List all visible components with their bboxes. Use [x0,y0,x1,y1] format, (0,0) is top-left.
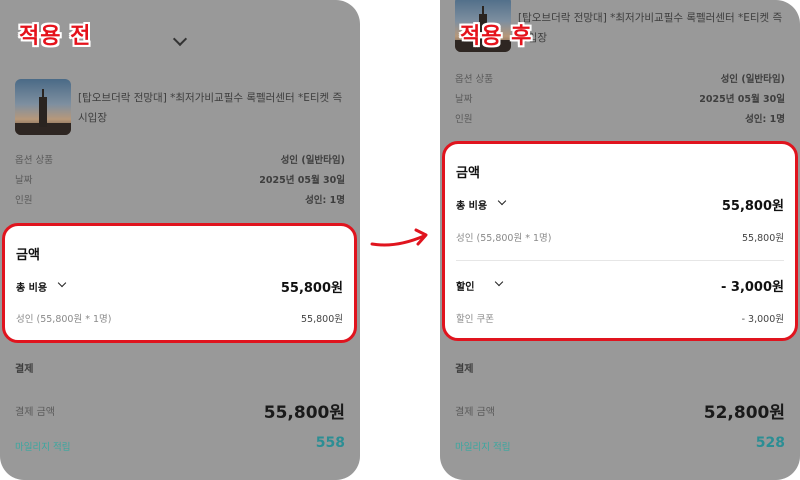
total-cost-value: 55,800원 [280,281,343,296]
total-cost-value: 55,800원 [721,199,784,214]
discount-toggle[interactable]: 할인 [456,278,474,293]
amount-card-highlight: 금액 총 비용 55,800원 성인 (55,800원 * 1명) 55,800… [442,141,798,341]
product-thumbnail [15,79,71,135]
pay-amount-label: 결제 금액 [455,407,495,418]
adult-detail-value: 55,800원 [742,233,784,244]
discount-chevron-icon[interactable] [494,277,504,287]
total-cost-chevron-icon[interactable] [497,196,507,206]
total-cost-toggle[interactable]: 총 비용 [456,197,487,212]
collapse-chevron-icon[interactable] [172,31,188,47]
pay-amount-label: 결제 금액 [15,407,55,418]
product-title-cont: 시입장 [78,112,107,124]
people-value: 성인: 1명 [305,195,345,206]
before-tag: 적용 전 [19,24,92,49]
total-cost-chevron-icon[interactable] [57,278,67,288]
section-divider [456,260,784,261]
transition-arrow-icon [370,228,428,247]
after-phone-screen: [탑오브더락 전망대] *최저가비교필수 록펠러센터 *E티켓 즉 시입장 옵션… [440,0,800,480]
amount-heading: 금액 [456,166,480,181]
date-label: 날짜 [15,175,33,186]
date-value: 2025년 05월 30일 [699,94,785,105]
adult-detail-label: 성인 (55,800원 * 1명) [16,314,112,325]
product-title: [탑오브더락 전망대] *최저가비교필수 록펠러센터 *E티켓 즉 [78,92,343,104]
mileage-label: 마일리지 적립 [455,442,511,453]
after-tag: 적용 후 [460,24,533,49]
date-value: 2025년 05월 30일 [259,175,345,186]
payment-heading: 결제 [15,364,34,375]
people-label: 인원 [15,195,33,206]
option-value: 성인 (일반타임) [280,155,345,166]
payment-heading: 결제 [455,364,474,375]
mileage-label: 마일리지 적립 [15,442,71,453]
people-value: 성인: 1명 [745,114,785,125]
mileage-value: 528 [755,435,785,451]
coupon-value: - 3,000원 [741,314,784,325]
option-label: 옵션 상품 [455,74,493,85]
before-phone-screen: [탑오브더락 전망대] *최저가비교필수 록펠러센터 *E티켓 즉 시입장 옵션… [0,0,360,480]
coupon-label: 할인 쿠폰 [456,314,494,325]
pay-amount-value: 55,800원 [263,403,345,423]
option-label: 옵션 상품 [15,155,53,166]
amount-heading: 금액 [16,248,40,263]
total-cost-toggle[interactable]: 총 비용 [16,279,47,294]
comparison-stage: [탑오브더락 전망대] *최저가비교필수 록펠러센터 *E티켓 즉 시입장 옵션… [0,0,800,480]
amount-card-highlight: 금액 총 비용 55,800원 성인 (55,800원 * 1명) 55,800… [2,223,357,343]
pay-amount-value: 52,800원 [703,403,785,423]
date-label: 날짜 [455,94,473,105]
option-value: 성인 (일반타임) [720,74,785,85]
adult-detail-label: 성인 (55,800원 * 1명) [456,233,552,244]
adult-detail-value: 55,800원 [301,314,343,325]
people-label: 인원 [455,114,473,125]
mileage-value: 558 [315,435,345,451]
product-title: [탑오브더락 전망대] *최저가비교필수 록펠러센터 *E티켓 즉 [518,12,783,24]
discount-value: - 3,000원 [720,280,784,295]
